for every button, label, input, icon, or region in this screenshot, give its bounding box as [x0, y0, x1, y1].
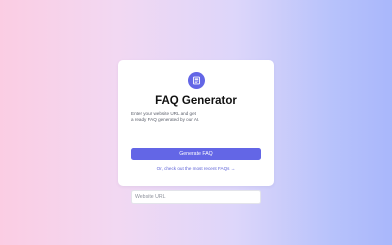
page-title: FAQ Generator	[155, 95, 237, 107]
generate-faq-button[interactable]: Generate FAQ	[131, 148, 261, 160]
description: Enter your website URL and get a ready F…	[131, 111, 256, 124]
document-icon	[192, 76, 201, 85]
recent-faqs-link[interactable]: Or, check out the most recent FAQs →	[118, 166, 274, 171]
description-line: a ready FAQ generated by our AI.	[131, 117, 200, 123]
app-logo	[188, 72, 205, 89]
website-url-input[interactable]	[131, 190, 261, 204]
faq-generator-card: FAQ Generator Enter your website URL and…	[118, 60, 274, 204]
